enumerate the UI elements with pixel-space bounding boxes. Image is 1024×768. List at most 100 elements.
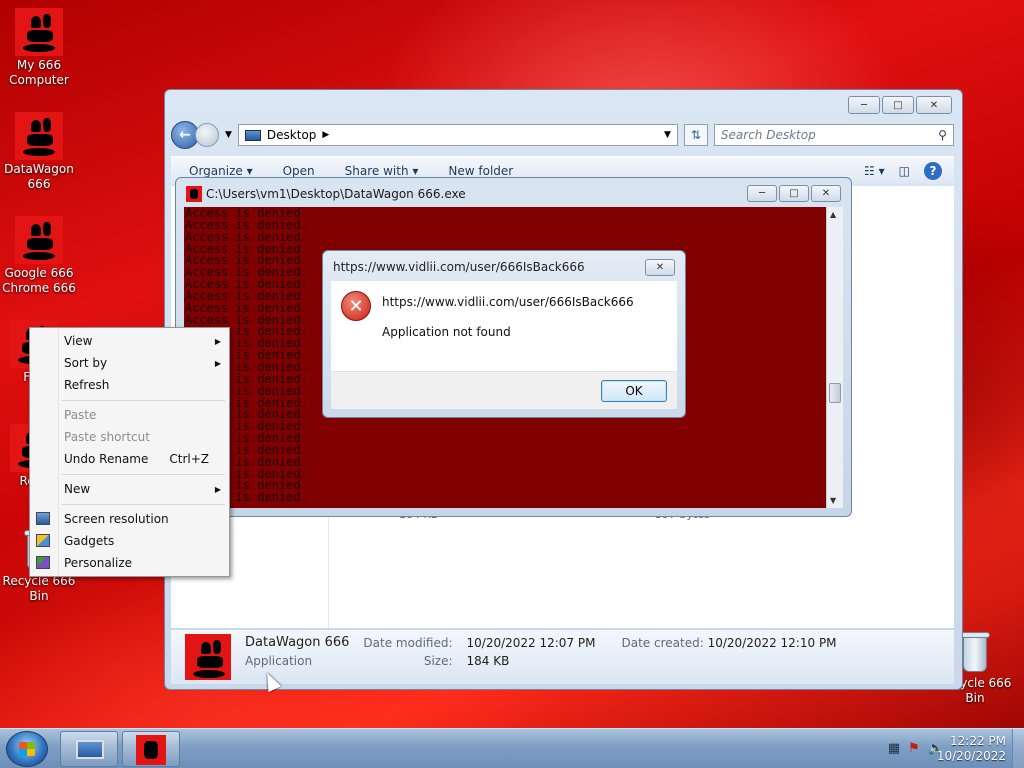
menu-item-paste[interactable]: Paste [64,405,221,425]
submenu-arrow-icon: ▶ [214,484,221,494]
error-dialog: https://www.vidlii.com/user/666IsBack666… [322,250,686,418]
details-pane: DataWagon 666 Application Date modified:… [171,630,954,684]
dialog-message: Application not found [382,325,511,339]
breadcrumb-chevron-icon[interactable]: ▶ [322,130,329,140]
windows-logo-icon-lower [19,749,35,756]
datawagon-logo-icon [15,8,63,56]
help-icon[interactable]: ? [924,161,942,180]
details-dates-col: Date modified: Size: [363,634,452,670]
desktop-icon-label: Google 666 Chrome 666 [2,266,76,295]
system-tray: ▦ ⚑ 🔈 [888,741,944,756]
minimize-button[interactable]: ─ [747,185,777,202]
dialog-title: https://www.vidlii.com/user/666IsBack666 [333,260,585,274]
desktop-icon-label: DataWagon 666 [4,162,74,191]
console-window-controls: ─ □ ✕ [747,185,841,202]
console-scrollbar[interactable]: ▲ ▼ [826,207,843,508]
explorer-window-controls: ─ □ ✕ [848,96,952,114]
search-icon[interactable]: ⚲ [938,128,947,142]
details-created-col: Date created: 10/20/2022 12:10 PM [621,634,836,652]
recent-pages-dropdown-icon[interactable]: ▼ [225,130,232,140]
size-label: Size: [423,654,453,668]
menu-item-refresh[interactable]: Refresh [64,375,221,395]
scroll-thumb[interactable] [829,383,841,403]
menu-separator [62,400,225,401]
clock[interactable]: 12:22 PM 10/20/2022 [937,734,1006,764]
maximize-button[interactable]: □ [779,185,809,202]
menu-item-paste-shortcut[interactable]: Paste shortcut [64,427,221,447]
desktop-folder-icon [244,129,261,141]
search-input[interactable]: Search Desktop ⚲ [713,124,954,146]
taskbar-datawagon-button[interactable] [122,731,180,767]
share-with-button[interactable]: Share with ▾ [345,164,419,178]
desktop-icon-label: My 666 Computer [9,58,69,87]
gadgets-icon [36,534,50,547]
clock-date: 10/20/2022 [936,749,1006,763]
menu-separator [62,474,225,475]
console-title-text: C:\Users\vm1\Desktop\DataWagon 666.exe [206,187,466,201]
scroll-down-icon[interactable]: ▼ [830,496,836,505]
screen-resolution-icon [36,512,50,525]
details-values-col: 10/20/2022 12:07 PM 184 KB [467,634,596,670]
dialog-body: ✕ https://www.vidlii.com/user/666IsBack6… [331,281,677,371]
desktop-icon-label: Recycle 666 Bin [2,574,76,603]
dialog-footer: OK [331,371,677,409]
details-name-col: DataWagon 666 Application [245,634,349,670]
date-modified-value: 10/20/2022 12:07 PM [466,636,596,650]
menu-gutter [58,330,59,574]
forward-button[interactable] [195,123,219,147]
address-bar[interactable]: Desktop ▶ ▼ [237,124,678,146]
view-options-icon[interactable]: ☷ ▾ [864,164,885,178]
action-center-icon[interactable]: ⚑ [908,741,920,756]
minimize-button[interactable]: ─ [848,96,880,114]
refresh-button[interactable]: ⇅ [683,124,708,146]
menu-item-sort-by[interactable]: Sort by ▶ [64,353,221,373]
search-placeholder: Search Desktop [720,128,816,142]
console-line: Access is denied. [185,490,308,505]
error-icon: ✕ [341,291,371,321]
organize-button[interactable]: Organize ▾ [189,164,253,178]
menu-item-undo-rename[interactable]: Undo Rename Ctrl+Z [64,449,221,469]
dialog-close-button[interactable]: ✕ [645,259,675,276]
desktop-context-menu: View ▶ Sort by ▶ Refresh Paste Paste short… [29,327,230,577]
details-file-type: Application [245,654,313,668]
close-button[interactable]: ✕ [811,185,841,202]
date-created-value: 10/20/2022 12:10 PM [707,636,837,650]
details-file-name: DataWagon 666 [245,635,350,650]
menu-item-screen-resolution[interactable]: Screen resolution [36,509,221,529]
preview-pane-icon[interactable]: ◫ [899,164,910,178]
clock-time: 12:22 PM [950,734,1006,748]
menu-separator [62,504,225,505]
scroll-up-icon[interactable]: ▲ [830,210,836,219]
explorer-navbar: ← ▼ Desktop ▶ ▼ ⇅ Search Desktop ⚲ [171,120,954,150]
menu-item-personalize[interactable]: Personalize [36,553,221,573]
menu-item-gadgets[interactable]: Gadgets [36,531,221,551]
menu-item-view[interactable]: View ▶ [64,331,221,351]
address-dropdown-icon[interactable]: ▼ [664,130,671,140]
maximize-button[interactable]: □ [882,96,914,114]
open-button[interactable]: Open [283,164,315,178]
submenu-arrow-icon: ▶ [214,336,221,346]
console-title: C:\Users\vm1\Desktop\DataWagon 666.exe [186,186,466,202]
ok-button[interactable]: OK [601,380,667,402]
datawagon-logo-icon [15,112,63,160]
network-icon[interactable]: ▦ [888,741,900,756]
start-button[interactable] [6,731,48,767]
desktop-icon-chrome[interactable]: Google 666 Chrome 666 [1,216,77,296]
taskbar-explorer-button[interactable] [60,731,118,767]
address-text: Desktop [266,128,317,142]
show-desktop-button[interactable] [1012,729,1024,768]
date-modified-label: Date modified: [363,636,453,650]
menu-item-new[interactable]: New ▶ [64,479,221,499]
date-created-label: Date created: [621,636,704,650]
dialog-message-url: https://www.vidlii.com/user/666IsBack666 [382,295,634,309]
datawagon-logo-icon [185,634,231,680]
explorer-icon [76,740,104,759]
datawagon-logo-icon [15,216,63,264]
personalize-icon [36,556,50,569]
new-folder-button[interactable]: New folder [448,164,513,178]
taskbar: ▦ ⚑ 🔈 12:22 PM 10/20/2022 [0,728,1024,768]
desktop-icon-datawagon[interactable]: DataWagon 666 [1,112,77,192]
desktop-icon-my-computer[interactable]: My 666 Computer [1,8,77,88]
size-value: 184 KB [466,654,510,668]
close-button[interactable]: ✕ [916,96,952,114]
